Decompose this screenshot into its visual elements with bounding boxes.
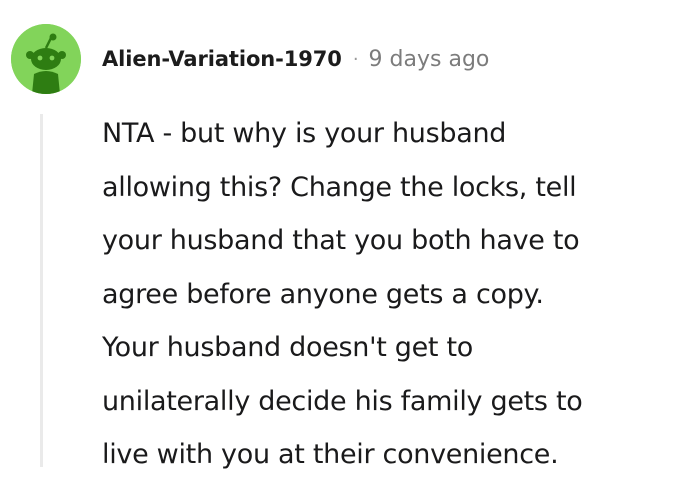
comment-body: NTA - but why is your husband allowing t… (102, 118, 583, 470)
reddit-snoo-avatar-icon (11, 24, 81, 94)
thread-collapse-line[interactable] (40, 114, 43, 467)
meta-separator: · (352, 48, 359, 70)
comment-meta: Alien-Variation-1970 · 9 days ago (102, 42, 489, 76)
comment-timestamp[interactable]: 9 days ago (369, 47, 490, 72)
comment: Alien-Variation-1970 · 9 days ago NTA - … (0, 0, 700, 470)
avatar[interactable] (11, 24, 81, 94)
author-username[interactable]: Alien-Variation-1970 (102, 47, 342, 71)
